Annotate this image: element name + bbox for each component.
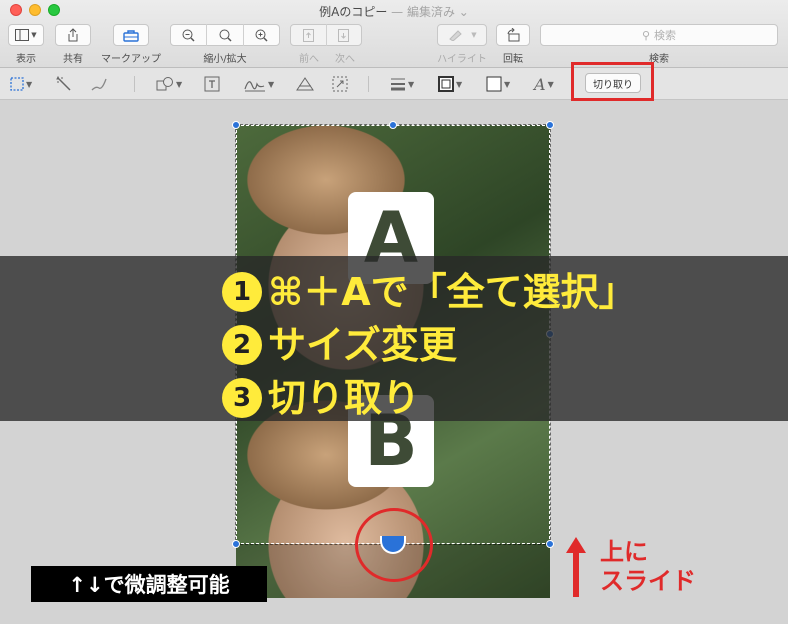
share-label: 共有 — [63, 54, 83, 65]
crop-button-highlight — [571, 62, 654, 101]
rectangular-selection-icon — [10, 77, 24, 91]
chevron-down-icon: ▼ — [176, 79, 183, 89]
view-label: 表示 — [16, 54, 36, 65]
magic-wand-icon — [56, 76, 71, 91]
step-number-2: 2 — [222, 325, 262, 365]
border-color-button[interactable]: ▼ — [438, 73, 462, 95]
text-box-icon — [204, 76, 220, 92]
border-color-icon — [438, 76, 454, 92]
slide-up-annotation: 上に スライド — [600, 538, 720, 596]
shapes-button[interactable]: ▼ — [156, 73, 182, 95]
resize-handle-bottom-right[interactable] — [546, 540, 554, 548]
rotate-label: 回転 — [503, 54, 523, 65]
zoom-out-icon — [182, 29, 195, 42]
arrow-up-icon — [566, 537, 586, 597]
previous-page-button[interactable] — [291, 28, 326, 42]
markup-label: マークアップ — [101, 54, 161, 65]
previous-label: 前へ — [299, 54, 319, 65]
shapes-icon — [156, 77, 173, 91]
step-number-1: 1 — [222, 272, 262, 312]
search-input[interactable]: ⚲ 検索 — [540, 24, 778, 46]
shape-style-button[interactable]: ▼ — [390, 73, 414, 95]
chevron-down-icon: ▼ — [31, 31, 37, 39]
text-style-button[interactable]: A ▼ — [534, 73, 554, 95]
sign-button[interactable]: ▼ — [244, 73, 274, 95]
step-1-text: ⌘＋Aで「全て選択」 — [268, 270, 637, 314]
instruction-step-3: 3 切り取り — [222, 378, 420, 418]
instruction-step-1: 1 ⌘＋Aで「全て選択」 — [222, 272, 637, 312]
pen-sketch-icon — [91, 78, 107, 91]
actual-size-button[interactable] — [207, 29, 242, 42]
zoom-fit-icon — [219, 29, 232, 42]
toolbox-icon — [123, 29, 139, 42]
text-tool-button[interactable] — [204, 73, 220, 95]
search-icon: ⚲ — [641, 28, 651, 42]
markup-toolbar-button[interactable] — [113, 24, 149, 46]
highlight-button[interactable]: ▼ — [437, 24, 487, 46]
step-number-3: 3 — [222, 378, 262, 418]
drag-handle-highlight-circle — [355, 508, 433, 582]
adjust-color-button[interactable] — [296, 73, 314, 95]
instant-alpha-button[interactable] — [56, 73, 72, 95]
adjust-size-button[interactable] — [332, 73, 348, 95]
window-titlebar: 例Aのコピー — 編集済み ⌄ ▼ 表示 共有 マークアップ 縮小/拡大 前へ … — [0, 0, 788, 68]
chevron-down-icon: ▼ — [456, 79, 463, 89]
selection-tool-button[interactable]: ▼ — [10, 73, 32, 95]
search-placeholder: 検索 — [654, 29, 677, 42]
chevron-down-icon: ▼ — [26, 79, 33, 89]
toolbar-separator — [368, 76, 369, 92]
page-nav-control — [290, 24, 362, 46]
resize-icon — [332, 76, 348, 92]
next-page-button[interactable] — [326, 28, 361, 42]
zoom-segmented-control — [170, 24, 280, 46]
slide-label-line2: スライド — [600, 566, 696, 595]
step-2-text: サイズ変更 — [268, 323, 457, 367]
step-3-text: 切り取り — [268, 376, 421, 420]
share-button[interactable] — [55, 24, 91, 46]
markup-toolbar: ▼ ▼ ▼ ▼ ▼ ▼ A ▼ — [0, 68, 788, 100]
fill-color-icon — [486, 76, 502, 92]
highlighter-icon — [449, 30, 463, 41]
view-button[interactable]: ▼ — [8, 24, 44, 46]
edited-status: — 編集済み ⌄ — [387, 5, 469, 19]
resize-handle-top-left[interactable] — [232, 121, 240, 129]
toolbar-separator — [134, 76, 135, 92]
instruction-step-2: 2 サイズ変更 — [222, 325, 457, 365]
zoom-in-icon — [255, 29, 268, 42]
rotate-button[interactable] — [496, 24, 530, 46]
document-name: 例Aのコピー — [319, 5, 388, 19]
chevron-down-icon: ▼ — [504, 79, 511, 89]
zoom-in-button[interactable] — [244, 29, 279, 42]
chevron-down-icon: ▼ — [408, 79, 415, 89]
highlight-label: ハイライト — [437, 54, 487, 65]
zoom-out-button[interactable] — [171, 29, 206, 42]
resize-handle-bottom-left[interactable] — [232, 540, 240, 548]
chevron-down-icon: ▼ — [268, 79, 275, 89]
share-icon — [68, 28, 78, 42]
sketch-tool-button[interactable] — [90, 73, 108, 95]
line-weight-icon — [391, 78, 405, 91]
fill-color-button[interactable]: ▼ — [486, 73, 510, 95]
zoom-label: 縮小/拡大 — [203, 54, 247, 65]
font-style-icon: A — [534, 74, 546, 94]
arrow-up-icon — [302, 28, 314, 42]
adjust-color-icon — [296, 77, 314, 91]
resize-handle-top[interactable] — [389, 121, 397, 129]
rotate-left-icon — [507, 28, 520, 42]
resize-handle-top-right[interactable] — [546, 121, 554, 129]
sidebar-icon — [15, 29, 30, 41]
chevron-down-icon: ▼ — [471, 31, 477, 39]
arrow-down-icon — [338, 28, 350, 42]
chevron-down-icon: ▼ — [547, 79, 554, 89]
next-label: 次へ — [335, 54, 355, 65]
window-title: 例Aのコピー — 編集済み ⌄ — [0, 3, 788, 20]
fine-adjust-hint: ↑↓で微調整可能 — [31, 566, 267, 602]
slide-label-line1: 上に — [600, 538, 648, 566]
signature-icon — [244, 81, 265, 92]
